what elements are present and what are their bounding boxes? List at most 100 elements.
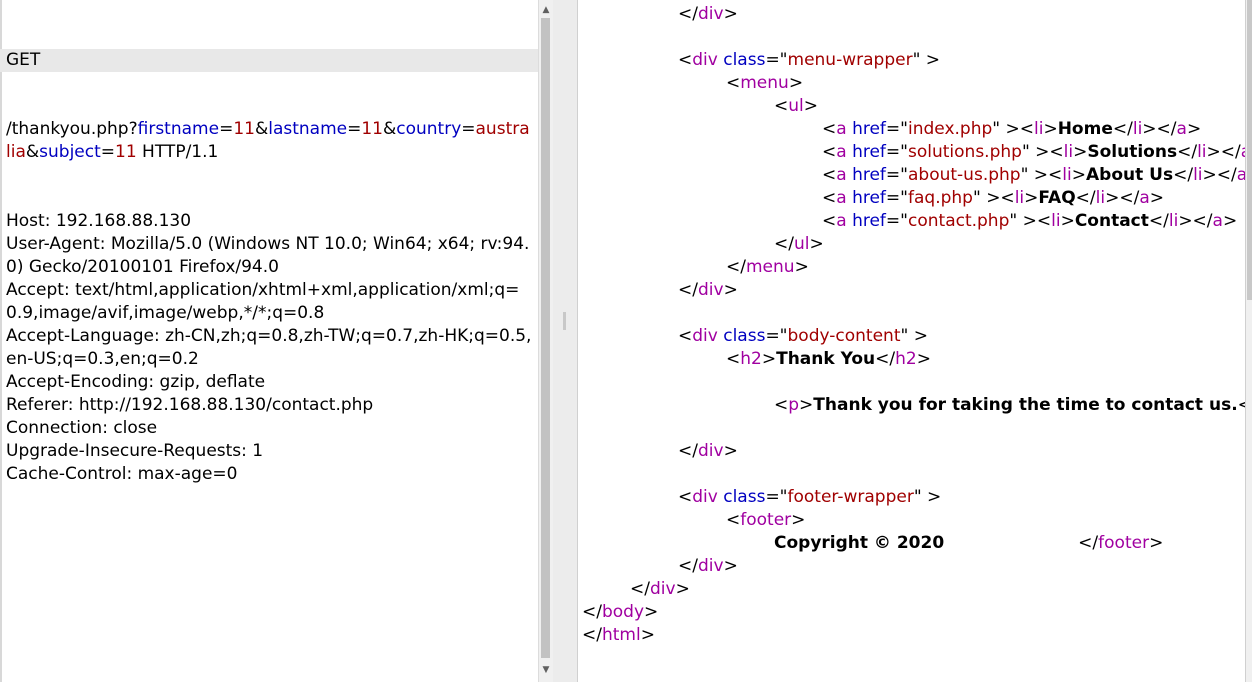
code-punctuation: ></ <box>1105 188 1140 208</box>
code-tag-name: h2 <box>895 349 917 369</box>
code-tag-name: footer <box>1098 533 1150 553</box>
code-punctuation: </ <box>678 4 698 24</box>
request-scrollbar[interactable]: ▲ ▼ <box>538 0 553 682</box>
request-method: GET <box>0 49 538 72</box>
code-punctuation: </ <box>630 579 650 599</box>
code-punctuation: < <box>822 119 837 139</box>
code-punctuation: </ <box>1173 165 1194 185</box>
param-separator: & <box>382 119 397 139</box>
code-text: About Us <box>1086 165 1174 185</box>
code-punctuation: < <box>822 211 837 231</box>
request-headers: Host: 192.168.88.130 User-Agent: Mozilla/… <box>6 210 534 486</box>
code-attribute-value: menu-wrapper <box>787 50 913 70</box>
pane-splitter[interactable] <box>553 0 577 682</box>
code-tag-name: li <box>1132 119 1143 139</box>
code-tag-name: a <box>836 188 853 208</box>
code-punctuation: </ <box>1148 211 1169 231</box>
request-header-line: Upgrade-Insecure-Requests: 1 <box>6 441 264 461</box>
code-punctuation: </ <box>774 234 794 254</box>
code-punctuation: </ <box>582 625 602 645</box>
code-punctuation: =" <box>885 211 908 231</box>
response-scroll-thumb[interactable] <box>1247 0 1252 300</box>
param-value: 11 <box>233 119 255 139</box>
code-punctuation: " >< <box>992 119 1034 139</box>
code-attribute-value: index.php <box>908 119 993 139</box>
code-line: <div class="menu-wrapper" > <box>578 49 1245 72</box>
code-punctuation: </ <box>678 441 698 461</box>
param-value: 11 <box>115 142 137 162</box>
request-header-line: Accept-Encoding: gzip, deflate <box>6 372 266 392</box>
splitter-grip-icon[interactable] <box>563 312 566 330</box>
code-text: Solutions <box>1087 142 1178 162</box>
code-punctuation: > <box>1073 142 1088 162</box>
code-punctuation: > <box>791 510 806 530</box>
code-line: <a href="index.php" ><li>Home</li></a> <box>578 118 1245 141</box>
code-tag-name: p <box>788 395 800 415</box>
code-punctuation: < <box>822 188 837 208</box>
code-punctuation: =" <box>765 487 788 507</box>
request-scroll-thumb[interactable] <box>541 18 550 658</box>
code-line: </div> <box>578 279 1245 302</box>
request-header-line: User-Agent: Mozilla/5.0 (Windows NT 10.0… <box>6 234 530 277</box>
scroll-up-arrow-icon[interactable]: ▲ <box>539 2 553 18</box>
code-attribute-value: about-us.php <box>908 165 1021 185</box>
response-scrollbar[interactable] <box>1245 0 1252 682</box>
code-punctuation: </ <box>1177 142 1198 162</box>
code-punctuation: > <box>809 234 824 254</box>
code-punctuation: < <box>774 96 789 116</box>
code-punctuation: =" <box>885 119 908 139</box>
response-pane[interactable]: </div> <div class="menu-wrapper" > <menu> <… <box>577 0 1245 682</box>
code-punctuation: > <box>1149 188 1164 208</box>
code-attribute: href <box>852 211 886 231</box>
code-punctuation: ></ <box>1202 165 1237 185</box>
code-tag-name: a <box>1139 188 1150 208</box>
request-text[interactable]: GET /thankyou.php?firstname=11&lastname=… <box>0 3 538 532</box>
request-header-line: Connection: close <box>6 418 158 438</box>
code-punctuation: =" <box>765 326 788 346</box>
code-punctuation: =" <box>885 142 908 162</box>
param-name: subject <box>39 142 101 162</box>
code-tag-name: a <box>836 165 853 185</box>
param-equals: = <box>347 119 362 139</box>
code-line: <p>Thank you for taking the time to cont… <box>578 394 1245 417</box>
param-name: firstname <box>137 119 220 139</box>
param-value: 11 <box>361 119 383 139</box>
request-header-line: Accept-Language: zh-CN,zh;q=0.8,zh-TW;q=… <box>6 326 532 369</box>
code-punctuation: ></ <box>1206 142 1241 162</box>
code-punctuation: </ <box>582 602 602 622</box>
code-line: <h2>Thank You</h2> <box>578 348 1245 371</box>
code-punctuation: ></ <box>1178 211 1213 231</box>
code-tag-name: a <box>1212 211 1223 231</box>
code-punctuation: > <box>1186 119 1202 139</box>
code-punctuation: > <box>723 441 738 461</box>
code-line: </div> <box>578 3 1245 26</box>
code-text: Contact <box>1074 211 1149 231</box>
code-punctuation: </ <box>1078 533 1099 553</box>
code-punctuation: =" <box>765 50 788 70</box>
param-separator: & <box>25 142 40 162</box>
code-punctuation: </ <box>678 280 698 300</box>
param-equals: = <box>100 142 116 162</box>
code-attribute: href <box>852 119 886 139</box>
code-line: Copyright © 2020 </footer> <box>578 532 1245 555</box>
request-pane[interactable]: GET /thankyou.php?firstname=11&lastname=… <box>0 0 538 682</box>
code-punctuation: > <box>794 257 809 277</box>
code-punctuation: =" <box>885 165 908 185</box>
code-attribute-value: faq.php <box>908 188 973 208</box>
code-punctuation: > <box>1222 211 1238 231</box>
code-punctuation: > <box>761 349 777 369</box>
code-punctuation: < <box>678 50 693 70</box>
param-equals: = <box>219 119 234 139</box>
code-punctuation: < <box>726 73 741 93</box>
code-line: </div> <box>578 440 1245 463</box>
code-attribute: href <box>852 165 886 185</box>
code-punctuation: " > <box>913 487 942 507</box>
scroll-down-arrow-icon[interactable]: ▼ <box>539 662 553 678</box>
request-header-line: Cache-Control: max-age=0 <box>6 464 238 484</box>
request-header-line: Host: 192.168.88.130 <box>6 211 192 231</box>
code-text: Thank you for taking the time to contact… <box>813 395 1238 415</box>
request-path: /thankyou.php? <box>6 119 138 139</box>
